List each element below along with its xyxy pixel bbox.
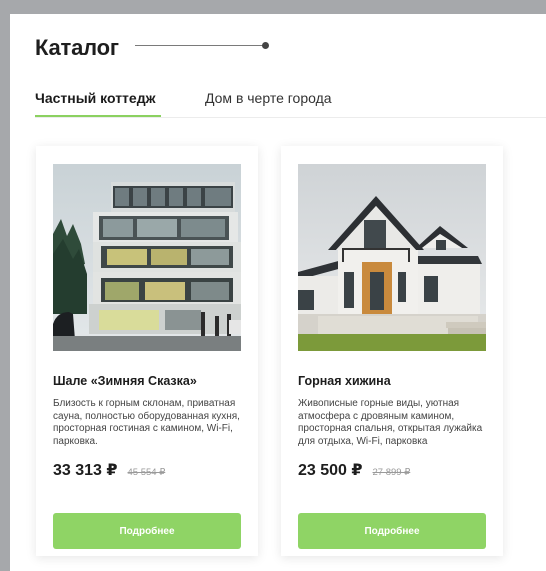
catalog-header: Каталог (35, 34, 269, 62)
card-image[interactable] (53, 164, 241, 351)
card-title: Шале «Зимняя Сказка» (53, 374, 197, 388)
card-title: Горная хижина (298, 374, 391, 388)
tab-city-house[interactable]: Дом в черте города (205, 90, 332, 106)
old-price: 27 899 ₽ (372, 467, 411, 478)
title-decor-line (135, 45, 265, 46)
old-price: 45 554 ₽ (127, 467, 166, 478)
current-price: 33 313 ₽ (53, 462, 118, 479)
details-button[interactable]: Подробнее (53, 513, 241, 549)
catalog-tabs: Частный коттедж Дом в черте города (35, 90, 546, 118)
card-description: Близость к горным склонам, приватная сау… (53, 398, 240, 447)
current-price: 23 500 ₽ (298, 462, 363, 479)
page-title: Каталог (35, 35, 119, 60)
price-row: 33 313 ₽ 45 554 ₽ (53, 460, 165, 480)
product-card: Шале «Зимняя Сказка» Близость к горным с… (36, 146, 258, 556)
modern-villa-image (53, 164, 241, 351)
title-decor-dot (262, 42, 269, 49)
card-description: Живописные горные виды, уютная атмосфера… (298, 398, 483, 447)
cottage-image (298, 164, 486, 351)
details-button[interactable]: Подробнее (298, 513, 486, 549)
card-image[interactable] (298, 164, 486, 351)
active-tab-indicator (35, 115, 161, 117)
tab-private-cottage[interactable]: Частный коттедж (35, 90, 156, 106)
product-card: Горная хижина Живописные горные виды, ую… (281, 146, 503, 556)
price-row: 23 500 ₽ 27 899 ₽ (298, 460, 410, 480)
catalog-panel: Каталог Частный коттедж Дом в черте горо… (10, 14, 546, 571)
